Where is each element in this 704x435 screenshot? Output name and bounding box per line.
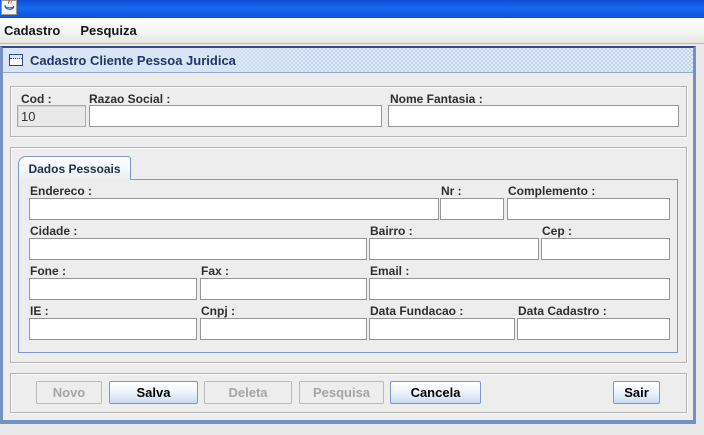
cep-input[interactable] bbox=[541, 238, 670, 260]
menu-cadastro[interactable]: Cadastro bbox=[0, 19, 70, 43]
complemento-label: Complemento : bbox=[508, 184, 596, 198]
email-input[interactable] bbox=[369, 278, 670, 300]
email-label: Email : bbox=[370, 264, 410, 278]
data-fundacao-label: Data Fundacao : bbox=[370, 304, 464, 318]
novo-button: Novo bbox=[36, 381, 102, 404]
nome-fantasia-label: Nome Fantasia : bbox=[390, 92, 483, 106]
endereco-input[interactable] bbox=[29, 198, 439, 220]
internal-frame-icon bbox=[9, 54, 23, 66]
nome-fantasia-input[interactable] bbox=[388, 105, 679, 127]
ie-input[interactable] bbox=[29, 318, 197, 340]
cep-label: Cep : bbox=[542, 224, 572, 238]
nr-label: Nr : bbox=[441, 184, 462, 198]
razao-social-label: Razao Social : bbox=[89, 92, 171, 106]
menubar: Cadastro Pesquiza bbox=[0, 18, 704, 44]
app-window-icon-box bbox=[1, 0, 17, 15]
fone-label: Fone : bbox=[30, 264, 66, 278]
data-cadastro-label: Data Cadastro : bbox=[518, 304, 607, 318]
bairro-label: Bairro : bbox=[370, 224, 413, 238]
cidade-input[interactable] bbox=[29, 238, 367, 260]
pesquisa-button: Pesquisa bbox=[299, 381, 384, 404]
sair-button[interactable]: Sair bbox=[613, 381, 660, 404]
fax-input[interactable] bbox=[200, 278, 367, 300]
nr-input[interactable] bbox=[440, 198, 504, 220]
data-fundacao-input[interactable] bbox=[369, 318, 515, 340]
cnpj-label: Cnpj : bbox=[201, 304, 235, 318]
os-titlebar bbox=[0, 0, 704, 18]
actions-panel: Novo Salva Deleta Pesquisa Cancela Sair bbox=[10, 373, 687, 413]
tab-dados-pessoais[interactable]: Dados Pessoais bbox=[18, 156, 131, 180]
cancela-button[interactable]: Cancela bbox=[390, 381, 481, 404]
cnpj-input[interactable] bbox=[200, 318, 367, 340]
cod-field bbox=[17, 105, 86, 127]
tabbed-pane: Dados Pessoais Endereco : Nr : Complemen… bbox=[18, 156, 679, 355]
data-cadastro-input[interactable] bbox=[517, 318, 670, 340]
bairro-input[interactable] bbox=[369, 238, 539, 260]
fone-input[interactable] bbox=[29, 278, 197, 300]
cidade-label: Cidade : bbox=[30, 224, 78, 238]
header-panel: Cod : Razao Social : Nome Fantasia : bbox=[10, 86, 687, 137]
tab-content-dados-pessoais: Endereco : Nr : Complemento : Cidade : B… bbox=[18, 179, 678, 353]
internal-frame-title: Cadastro Cliente Pessoa Juridica bbox=[30, 52, 236, 68]
fax-label: Fax : bbox=[201, 264, 230, 278]
ie-label: IE : bbox=[30, 304, 49, 318]
salva-button[interactable]: Salva bbox=[109, 381, 198, 404]
internal-frame-titlebar[interactable]: Cadastro Cliente Pessoa Juridica bbox=[3, 48, 693, 73]
razao-social-input[interactable] bbox=[89, 105, 382, 127]
endereco-label: Endereco : bbox=[30, 184, 93, 198]
complemento-input[interactable] bbox=[507, 198, 670, 220]
menu-pesquiza[interactable]: Pesquiza bbox=[70, 19, 146, 43]
java-cup-icon bbox=[3, 0, 15, 17]
deleta-button: Deleta bbox=[204, 381, 292, 404]
cod-label: Cod : bbox=[21, 92, 52, 106]
internal-frame: Cadastro Cliente Pessoa Juridica Cod : R… bbox=[0, 46, 696, 424]
frame-content: Cod : Razao Social : Nome Fantasia : Dad… bbox=[3, 73, 693, 419]
details-panel: Dados Pessoais Endereco : Nr : Complemen… bbox=[10, 147, 687, 363]
